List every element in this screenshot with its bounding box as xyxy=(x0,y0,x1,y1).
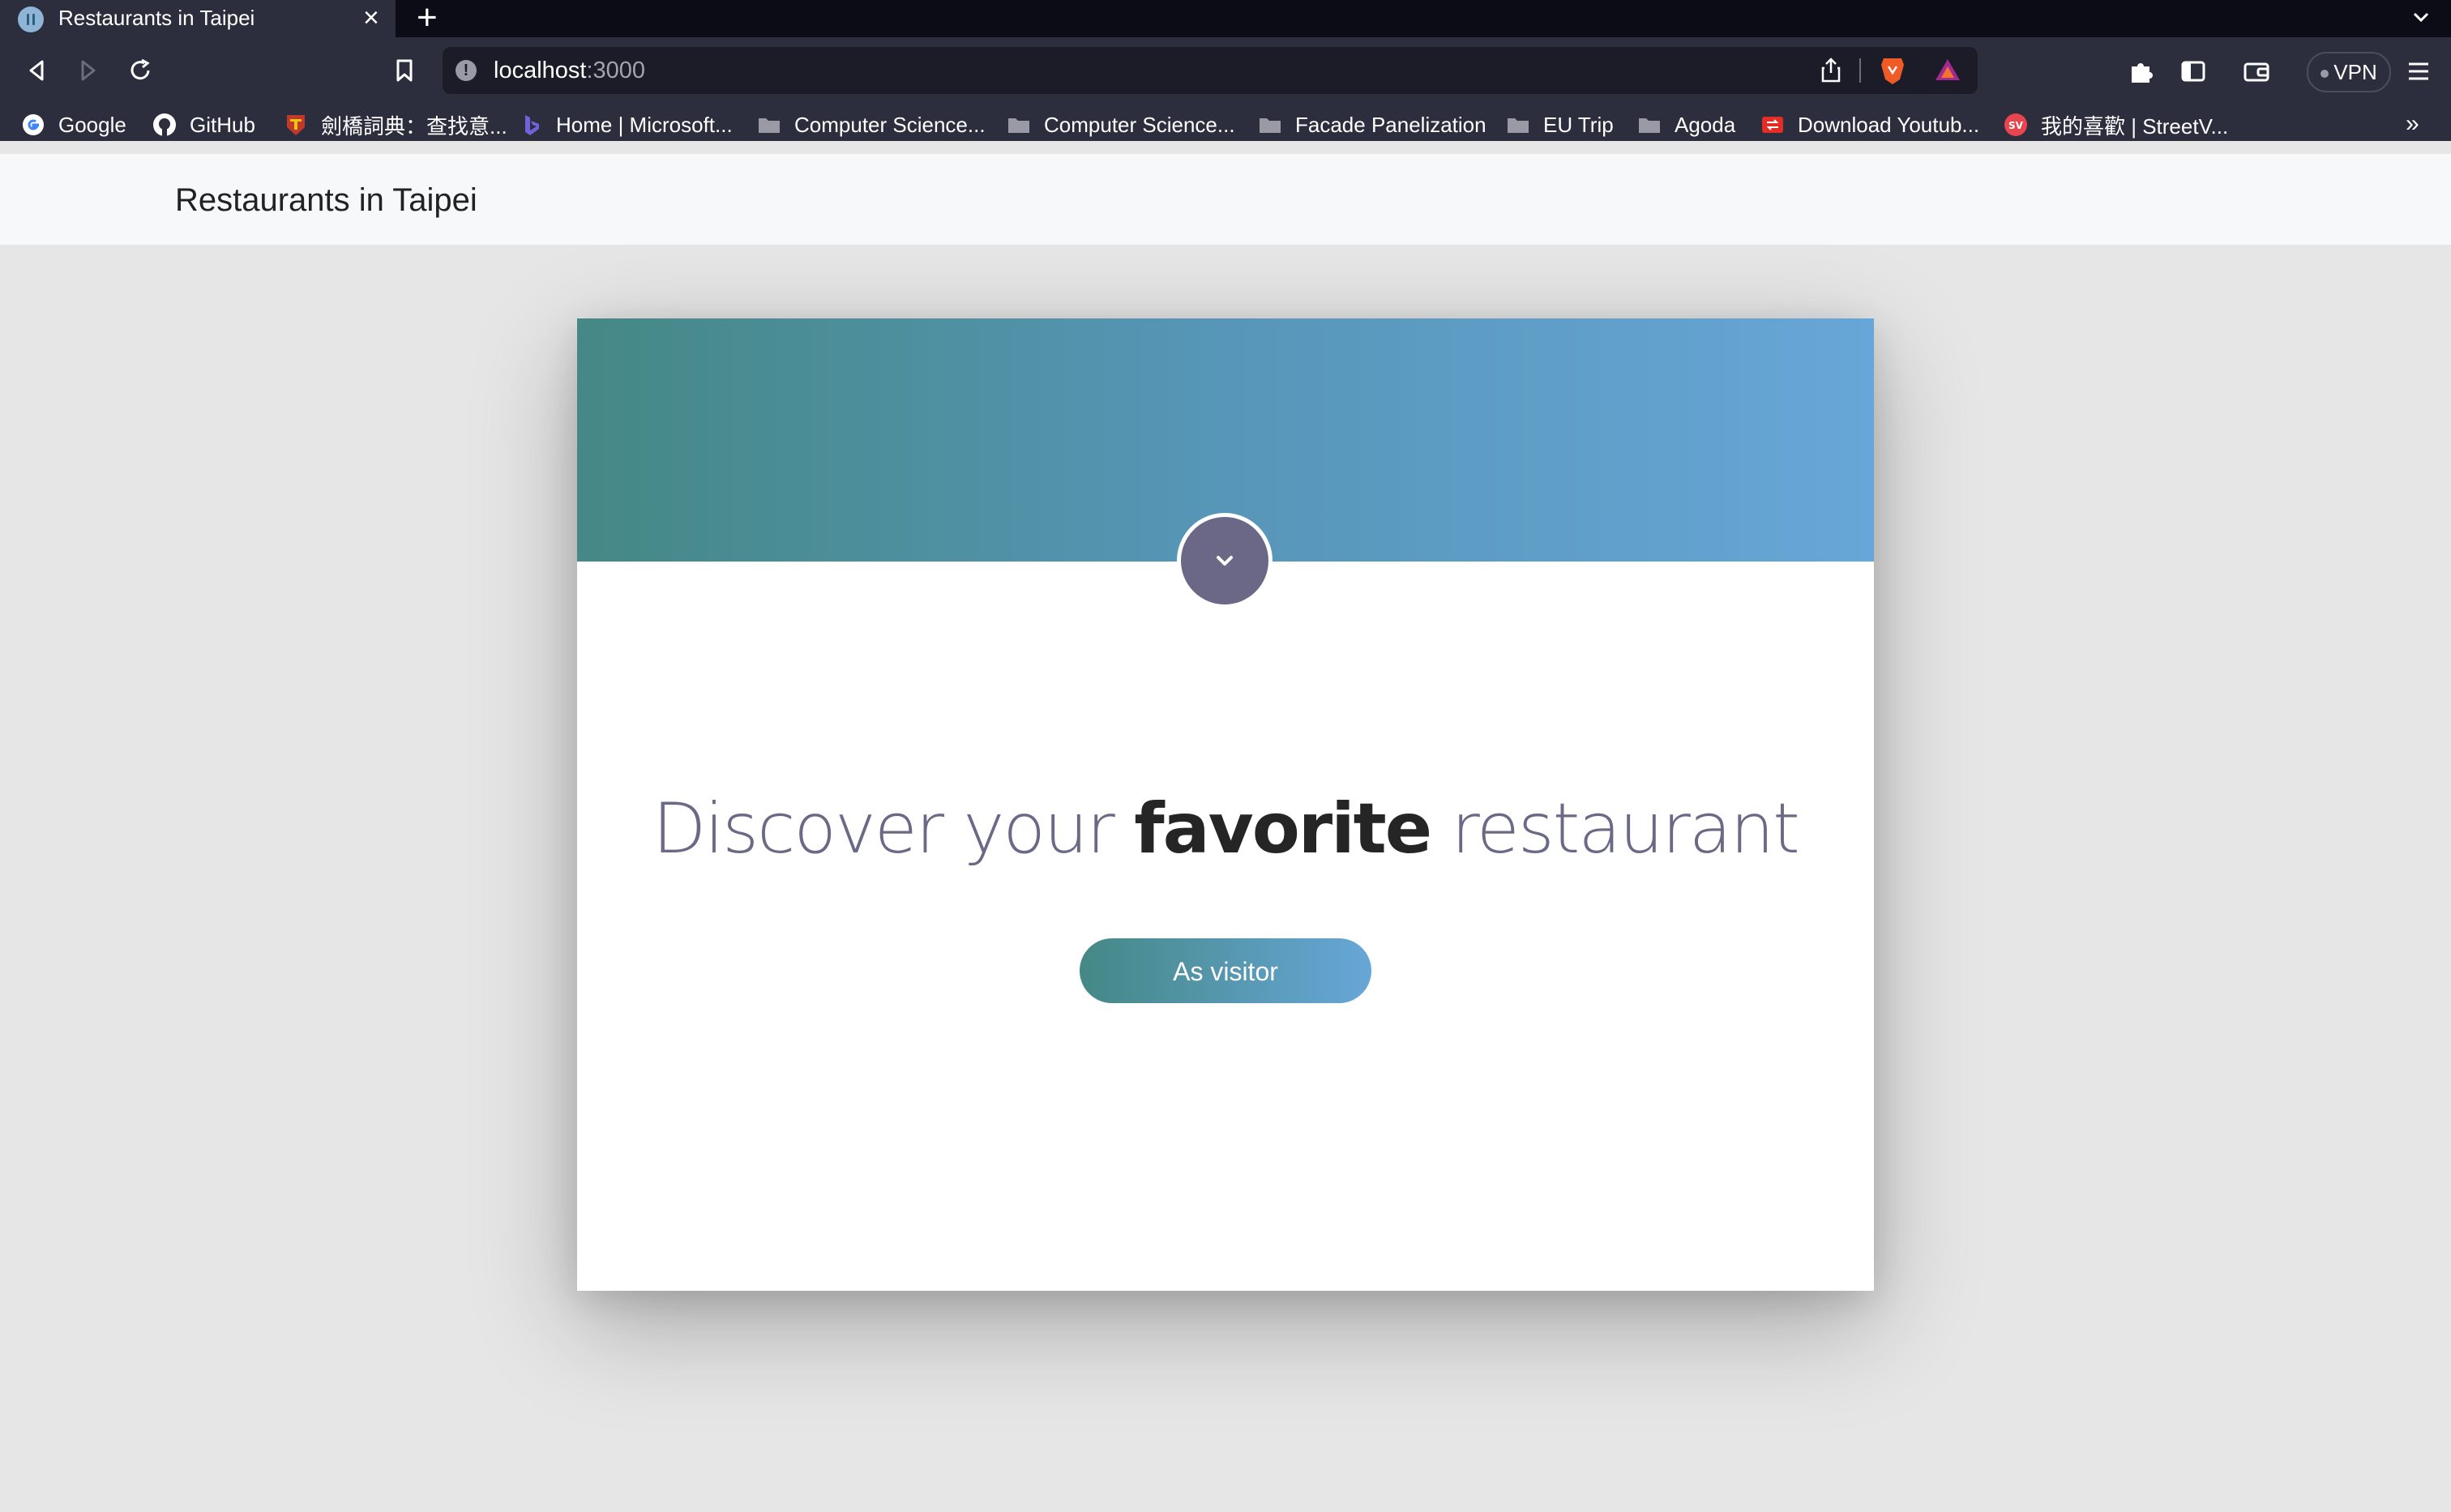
bookmark-folder-cs-2[interactable]: Computer Science... xyxy=(1007,109,1235,141)
scroll-down-button[interactable] xyxy=(1177,513,1273,609)
tab-close-icon[interactable]: × xyxy=(363,3,379,32)
as-visitor-button[interactable]: As visitor xyxy=(1080,938,1371,1003)
brave-rewards-icon[interactable] xyxy=(1934,57,1961,83)
bookmark-google[interactable]: Google xyxy=(21,109,126,141)
folder-icon xyxy=(1639,118,1660,133)
folder-icon xyxy=(1260,118,1281,133)
vpn-button[interactable]: VPN xyxy=(2307,52,2391,92)
divider xyxy=(1859,58,1861,83)
cambridge-icon xyxy=(287,115,305,135)
forward-icon[interactable] xyxy=(75,57,102,84)
bookmark-icon[interactable] xyxy=(391,57,418,84)
site-brand-link[interactable]: Restaurants in Taipei xyxy=(175,180,477,220)
brave-shields-icon[interactable] xyxy=(1879,55,1906,86)
new-tab-button[interactable]: + xyxy=(417,0,438,36)
folder-icon xyxy=(1008,118,1029,133)
share-icon[interactable] xyxy=(1818,57,1844,84)
bing-icon xyxy=(525,115,539,135)
svg-text:SV: SV xyxy=(2008,120,2024,131)
bookmark-microsoft[interactable]: Home | Microsoft... xyxy=(519,109,733,141)
download-icon xyxy=(1762,117,1783,133)
active-tab[interactable]: Restaurants in Taipei × xyxy=(0,0,396,37)
restaurant-favicon-icon xyxy=(18,6,44,32)
reload-icon[interactable] xyxy=(126,57,154,84)
site-info-icon[interactable]: ! xyxy=(456,60,477,81)
tab-title: Restaurants in Taipei xyxy=(58,6,255,30)
sidebar-icon[interactable] xyxy=(2179,57,2208,86)
url-text[interactable]: localhost:3000 xyxy=(494,57,645,84)
bookmark-folder-cs-1[interactable]: Computer Science... xyxy=(757,109,986,141)
bookmark-streetvoice[interactable]: SV 我的喜歡 | StreetV... xyxy=(2004,109,2228,141)
hero-headline: Discover your favorite restaurant xyxy=(652,788,1800,869)
extensions-puzzle-icon[interactable] xyxy=(2127,57,2156,86)
bookmarks-bar: Google GitHub 劍橋詞典：查找意... Home | Microso… xyxy=(0,105,2451,146)
landing-card: Discover your favorite restaurant As vis… xyxy=(577,318,1874,1291)
tab-strip: Restaurants in Taipei × + xyxy=(0,0,2451,37)
tab-list-chevron-icon[interactable] xyxy=(2409,5,2433,29)
back-icon[interactable] xyxy=(23,57,50,84)
bookmark-github[interactable]: GitHub xyxy=(152,109,255,141)
streetvoice-icon: SV xyxy=(2004,113,2027,136)
bookmark-folder-agoda[interactable]: Agoda xyxy=(1637,109,1735,141)
chevron-down-icon xyxy=(1217,556,1233,566)
folder-icon xyxy=(759,118,780,133)
folder-icon xyxy=(1508,118,1529,133)
bookmark-folder-eu-trip[interactable]: EU Trip xyxy=(1506,109,1614,141)
bookmark-folder-facade[interactable]: Facade Panelization xyxy=(1258,109,1486,141)
wallet-icon[interactable] xyxy=(2242,57,2271,86)
bookmark-download-youtube[interactable]: Download Youtub... xyxy=(1760,109,1979,141)
more-bookmarks-chevron-icon[interactable]: » xyxy=(2406,110,2419,138)
github-icon xyxy=(153,113,176,136)
bookmark-cambridge[interactable]: 劍橋詞典：查找意... xyxy=(284,109,507,141)
google-icon xyxy=(23,114,44,135)
menu-icon[interactable] xyxy=(2404,57,2433,86)
address-bar[interactable] xyxy=(443,47,1978,94)
